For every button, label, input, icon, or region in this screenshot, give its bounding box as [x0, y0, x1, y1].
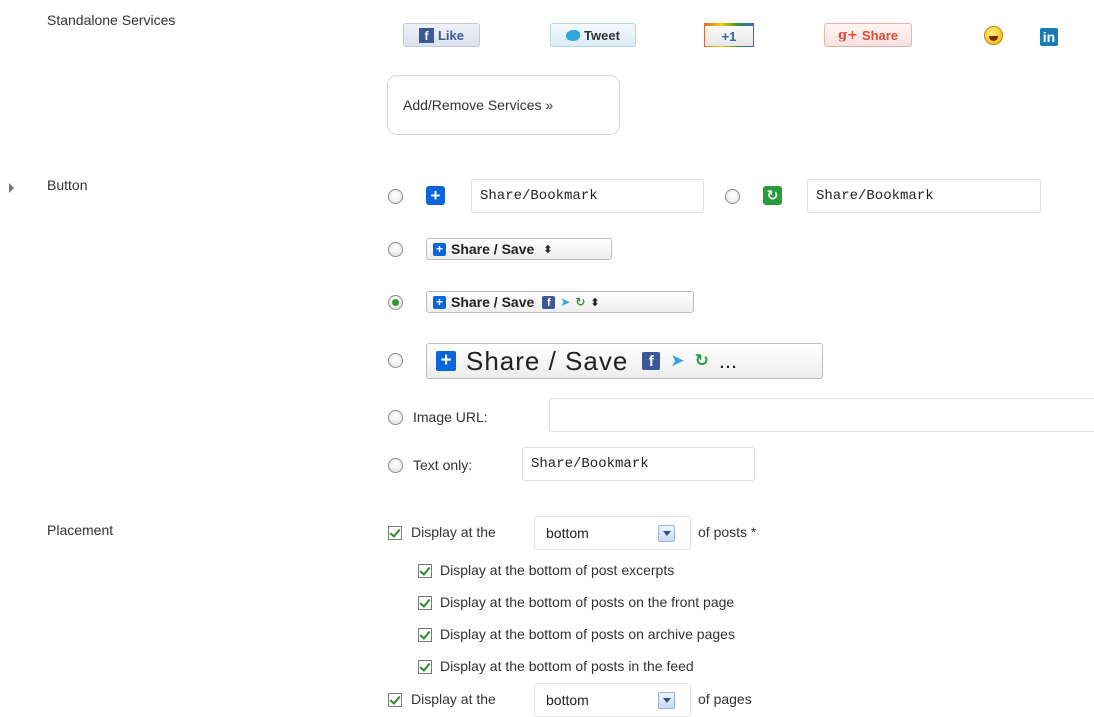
updown-arrow-icon: ⬍: [543, 243, 553, 256]
share-save-large-label: Share / Save: [466, 345, 629, 376]
excerpts-checkbox[interactable]: [418, 564, 432, 578]
linkedin-icon[interactable]: in: [1040, 28, 1058, 46]
front-page-label: Display at the bottom of posts on the fr…: [440, 594, 735, 610]
yahoo-smiley-icon[interactable]: [984, 26, 1003, 45]
standalone-services-label: Standalone Services: [47, 12, 176, 28]
button-option-1-radio[interactable]: [388, 189, 403, 204]
image-url-radio[interactable]: [388, 410, 403, 425]
text-only-input[interactable]: [522, 447, 755, 481]
share-save-icons-button: + Share / Save f ➤ ↻ ⬍: [426, 291, 694, 313]
google-plus-share-button[interactable]: g+ Share: [824, 23, 912, 47]
google-plus-one-label: +1: [721, 28, 737, 44]
plus-icon: +: [436, 351, 456, 371]
plus-icon: +: [433, 295, 446, 309]
share-icon: ↻: [575, 295, 586, 309]
more-ellipsis: ...: [718, 348, 738, 373]
display-posts-suffix: of posts *: [698, 524, 757, 540]
add-remove-services-button[interactable]: Add/Remove Services »: [387, 75, 620, 135]
facebook-like-label: Like: [437, 27, 464, 43]
excerpts-label: Display at the bottom of post excerpts: [440, 562, 675, 578]
display-pages-suffix: of pages: [698, 691, 752, 707]
facebook-like-button[interactable]: f Like: [403, 23, 480, 47]
addtoany-share-icon: ↻: [763, 186, 782, 205]
feed-checkbox[interactable]: [418, 660, 432, 674]
placement-label: Placement: [47, 522, 114, 538]
display-posts-checkbox[interactable]: [388, 526, 402, 540]
pages-position-value: bottom: [546, 692, 589, 708]
button-option-1-text-input[interactable]: [471, 179, 704, 213]
updown-arrow-icon: ⬍: [590, 296, 600, 309]
twitter-icon: ➤: [670, 351, 685, 370]
text-only-radio[interactable]: [388, 458, 403, 473]
share-icon: ↻: [694, 351, 709, 370]
button-label: Button: [47, 177, 88, 193]
twitter-icon: [566, 29, 581, 41]
pages-position-select[interactable]: bottom: [534, 683, 691, 717]
google-plus-one-button[interactable]: +1: [704, 23, 754, 47]
share-save-icons-label: Share / Save: [451, 294, 535, 310]
google-plus-share-label: Share: [861, 27, 899, 43]
front-page-checkbox[interactable]: [418, 596, 432, 610]
button-option-2-radio[interactable]: [725, 189, 740, 204]
posts-position-select[interactable]: bottom: [534, 516, 691, 550]
posts-position-value: bottom: [546, 525, 589, 541]
facebook-icon: f: [642, 352, 661, 370]
button-option-3-radio[interactable]: [388, 242, 403, 257]
share-save-small-button: + Share / Save ⬍: [426, 238, 612, 260]
tweet-label: Tweet: [584, 27, 620, 43]
facebook-icon: f: [542, 295, 556, 309]
google-plus-icon: g+: [837, 27, 858, 43]
button-option-4-radio[interactable]: [388, 295, 403, 310]
display-posts-prefix: Display at the: [411, 524, 496, 540]
display-pages-prefix: Display at the: [411, 691, 496, 707]
tweet-button[interactable]: Tweet: [550, 23, 636, 47]
feed-label: Display at the bottom of posts in the fe…: [440, 658, 694, 674]
archive-pages-label: Display at the bottom of posts on archiv…: [440, 626, 735, 642]
archive-pages-checkbox[interactable]: [418, 628, 432, 642]
button-option-2-text-input[interactable]: [807, 179, 1041, 213]
facebook-icon: f: [418, 27, 434, 43]
plus-icon: +: [433, 242, 446, 256]
share-save-small-label: Share / Save: [451, 241, 535, 257]
display-pages-checkbox[interactable]: [388, 693, 402, 707]
addtoany-plus-icon: +: [426, 186, 445, 205]
share-save-large-button: + Share / Save f ➤ ↻ ...: [426, 343, 823, 379]
text-only-label: Text only:: [413, 457, 473, 473]
button-option-5-radio[interactable]: [388, 353, 403, 368]
image-url-input[interactable]: [549, 398, 1094, 432]
chevron-down-icon: [658, 692, 675, 709]
twitter-icon: ➤: [560, 295, 571, 309]
chevron-down-icon: [658, 525, 675, 542]
expand-arrow-icon[interactable]: [9, 183, 14, 193]
image-url-label: Image URL:: [413, 409, 488, 425]
